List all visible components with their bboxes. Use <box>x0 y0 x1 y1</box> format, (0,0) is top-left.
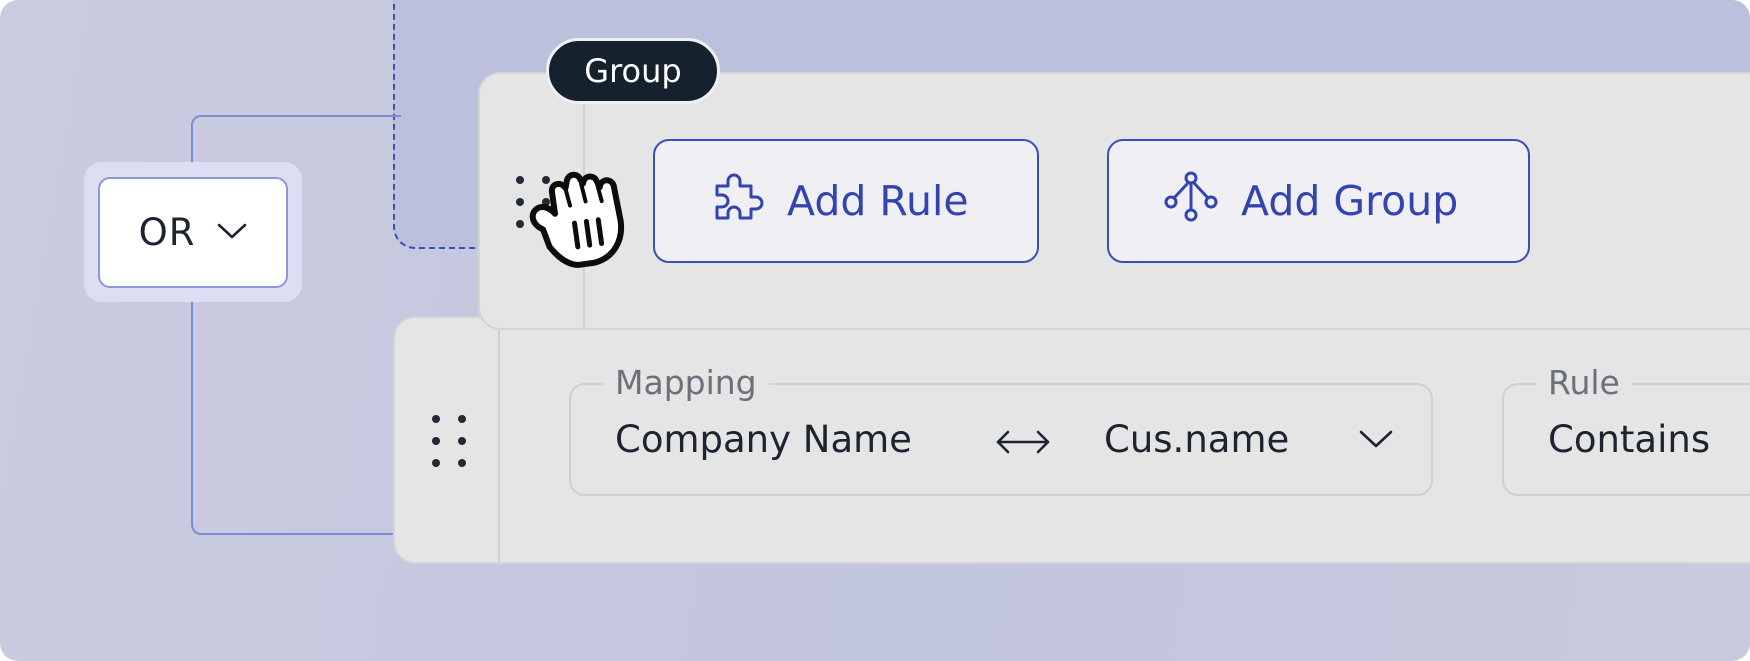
chevron-down-icon <box>217 222 247 244</box>
rule-legend: Rule <box>1536 363 1632 402</box>
rule-drag-handle[interactable] <box>432 415 468 469</box>
rule-condition-value: Contains <box>1548 418 1711 461</box>
bidirectional-arrow-icon <box>994 427 1052 461</box>
mapping-legend: Mapping <box>603 363 769 402</box>
rule-condition-field[interactable]: Rule Contains <box>1502 363 1750 496</box>
add-group-label: Add Group <box>1241 177 1459 225</box>
mapping-right-value: Cus.name <box>1104 418 1290 461</box>
puzzle-piece-icon <box>709 168 765 234</box>
logic-operator-select[interactable]: OR <box>98 177 288 288</box>
grab-hand-icon <box>522 164 644 278</box>
add-rule-label: Add Rule <box>787 177 969 225</box>
branch-icon <box>1163 168 1219 234</box>
add-group-button[interactable]: Add Group <box>1107 139 1530 263</box>
add-rule-button[interactable]: Add Rule <box>653 139 1039 263</box>
query-builder-canvas: OR Mapping Company Name Cus.name Rule Co… <box>0 0 1750 661</box>
mapping-field[interactable]: Mapping Company Name Cus.name <box>569 363 1433 496</box>
group-badge: Group <box>546 38 720 104</box>
rule-card-divider <box>498 318 500 562</box>
chevron-down-icon[interactable] <box>1358 428 1394 454</box>
operator-value: OR <box>138 211 196 254</box>
mapping-left-value: Company Name <box>615 418 912 461</box>
